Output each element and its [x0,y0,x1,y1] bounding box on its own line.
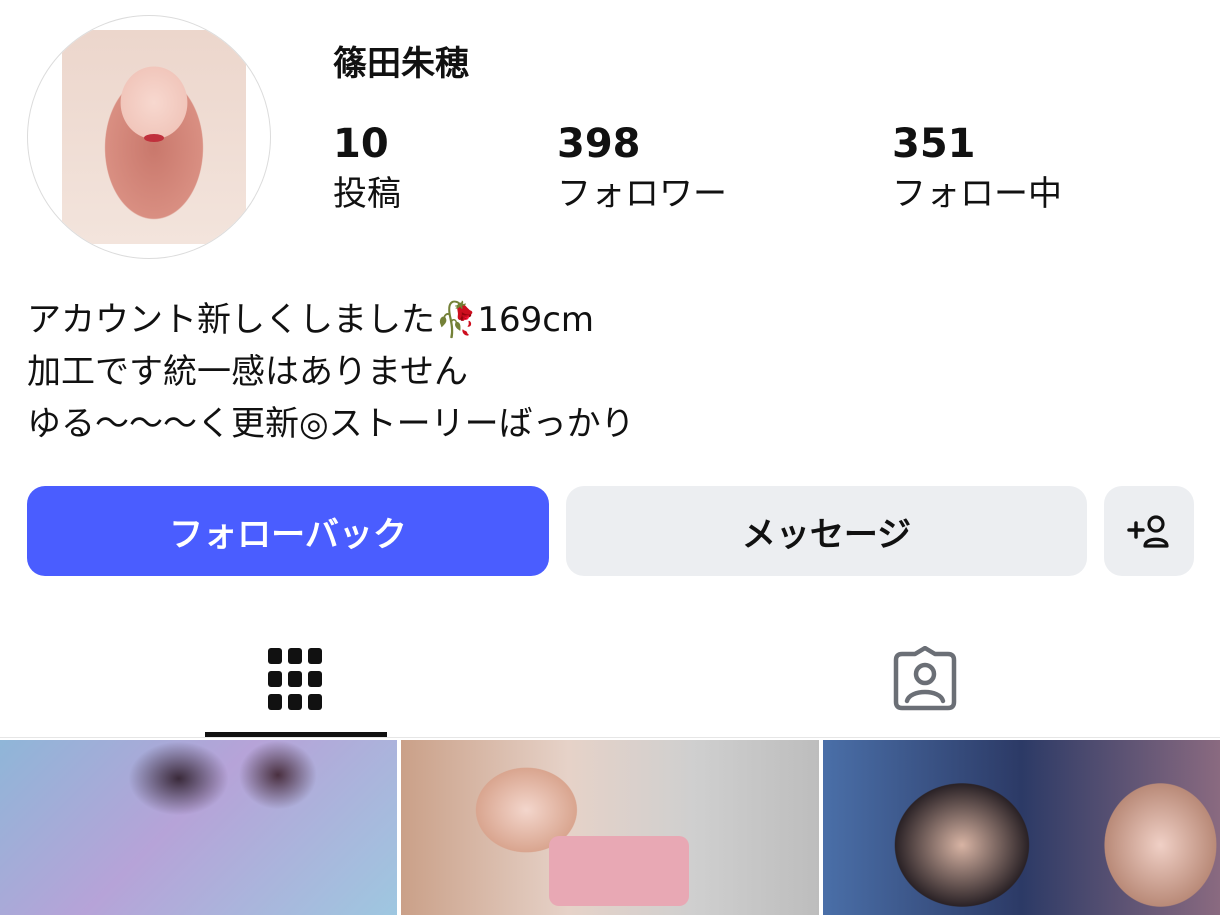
stat-followers-count: 398 [557,121,641,167]
phone-detail [549,836,689,906]
suggested-users-button[interactable] [1104,486,1194,576]
tab-tagged[interactable] [630,620,1220,738]
stat-following-count: 351 [892,121,976,167]
profile-avatar[interactable] [27,15,271,259]
profile-username: 篠田朱穂 [333,44,469,84]
stat-followers-label: フォロワー [557,174,727,214]
stat-posts[interactable]: 10 投稿 [333,120,401,216]
stat-following[interactable]: 351 フォロー中 [892,120,1062,216]
profile-bio: アカウント新しくしました🥀169cm 加工です統一感はありません ゆる〜〜〜く更… [27,294,635,450]
stat-posts-count: 10 [333,121,389,167]
tab-posts-grid[interactable] [0,620,590,738]
post-thumbnail[interactable] [401,740,819,915]
bio-line: 加工です統一感はありません [27,352,468,392]
bio-line: アカウント新しくしました🥀169cm [27,300,595,340]
post-thumbnail[interactable] [0,740,397,915]
avatar-lips-detail [144,134,164,142]
tab-divider [0,737,1220,738]
avatar-photo [62,30,246,244]
active-tab-indicator [205,732,387,737]
tagged-person-icon [893,646,957,711]
stat-followers[interactable]: 398 フォロワー [557,120,727,216]
bio-line: ゆる〜〜〜く更新◎ストーリーばっかり [27,404,635,444]
person-plus-icon [1127,515,1169,548]
follow-back-button[interactable]: フォローバック [27,486,549,576]
message-button[interactable]: メッセージ [566,486,1087,576]
post-thumbnail[interactable] [823,740,1220,915]
stat-posts-label: 投稿 [333,174,401,214]
grid-icon [268,648,322,710]
stat-following-label: フォロー中 [892,174,1062,214]
